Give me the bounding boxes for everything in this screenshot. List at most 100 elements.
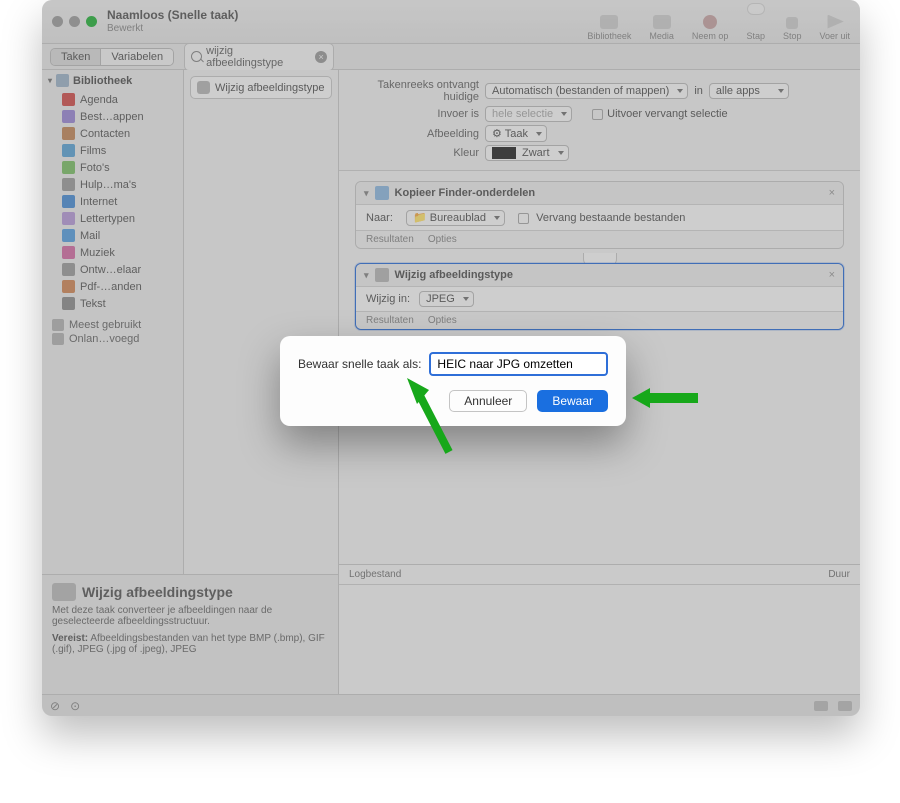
sidebar-item-label: Tekst xyxy=(80,298,106,310)
sidebar-item[interactable]: Agenda xyxy=(58,91,183,108)
close-step-icon[interactable]: × xyxy=(829,269,835,281)
category-icon xyxy=(62,161,75,174)
sidebar-item[interactable]: Foto's xyxy=(58,159,183,176)
category-icon xyxy=(62,93,75,106)
sidebar-item-label: Best…appen xyxy=(80,111,144,123)
sidebar-item[interactable]: Mail xyxy=(58,227,183,244)
search-input[interactable]: wijzig afbeeldingstype × xyxy=(184,43,334,71)
input-popup[interactable]: hele selectie xyxy=(485,106,572,122)
sidebar-item[interactable]: Muziek xyxy=(58,244,183,261)
step-results-tab[interactable]: Resultaten xyxy=(366,315,414,326)
close-step-icon[interactable]: × xyxy=(829,187,835,199)
view-segment[interactable]: Taken Variabelen xyxy=(50,48,174,66)
toolbar-stop-button[interactable]: Stop xyxy=(783,17,802,41)
status-icon: ⊙ xyxy=(70,699,80,713)
apps-popup[interactable]: alle apps xyxy=(709,83,789,99)
log-panel: Logbestand Duur xyxy=(339,564,860,694)
titlebar: Naamloos (Snelle taak) Bewerkt Bibliothe… xyxy=(42,0,860,44)
help-panel: Wijzig afbeeldingstype Met deze taak con… xyxy=(42,574,339,694)
preview-icon xyxy=(375,268,389,282)
toolbar-record-button[interactable]: Neem op xyxy=(692,15,729,41)
image-popup[interactable]: ⚙ Taak xyxy=(485,125,547,142)
save-name-input[interactable] xyxy=(429,352,608,376)
finder-icon xyxy=(375,186,389,200)
tab-taken[interactable]: Taken xyxy=(51,49,101,65)
sidebar-item[interactable]: Hulp…ma's xyxy=(58,176,183,193)
toolbar-label: Voer uit xyxy=(819,31,850,41)
log-header-logfile: Logbestand xyxy=(349,569,828,580)
save-button[interactable]: Bewaar xyxy=(537,390,608,412)
toolbar-run-button[interactable]: Voer uit xyxy=(819,15,850,41)
category-icon xyxy=(62,246,75,259)
category-icon xyxy=(62,127,75,140)
minimize-icon[interactable] xyxy=(69,16,80,27)
step-options-tab[interactable]: Opties xyxy=(428,234,457,245)
close-icon[interactable] xyxy=(52,16,63,27)
sidebar-item[interactable]: Tekst xyxy=(58,295,183,312)
color-swatch xyxy=(492,147,516,159)
save-prompt-label: Bewaar snelle taak als: xyxy=(298,357,421,371)
sidebar-item-label: Onlan…voegd xyxy=(69,333,139,345)
color-popup[interactable]: Zwart xyxy=(485,145,569,161)
category-icon xyxy=(62,263,75,276)
help-requires-label: Vereist: xyxy=(52,633,88,644)
workflow-properties: Takenreeks ontvangt huidige Automatisch … xyxy=(339,70,860,171)
cancel-button[interactable]: Annuleer xyxy=(449,390,527,412)
format-popup[interactable]: JPEG xyxy=(419,291,474,307)
sidebar-item-label: Ontw…elaar xyxy=(80,264,141,276)
search-text: wijzig afbeeldingstype xyxy=(206,45,311,69)
toolbar-label: Stop xyxy=(783,31,802,41)
folder-icon xyxy=(52,319,64,331)
help-title: Wijzig afbeeldingstype xyxy=(82,584,233,600)
sidebar-item[interactable]: Ontw…elaar xyxy=(58,261,183,278)
window-controls xyxy=(52,16,97,27)
action-label: Wijzig afbeeldingstype xyxy=(215,82,324,94)
status-icon: ⊘ xyxy=(50,699,60,713)
workflow-step-copy-finder[interactable]: ▾ Kopieer Finder-onderdelen × Naar: 📁 Bu… xyxy=(355,181,844,249)
view-icon[interactable] xyxy=(814,701,828,711)
toolbar-label: Bibliotheek xyxy=(587,31,631,41)
receives-popup[interactable]: Automatisch (bestanden of mappen) xyxy=(485,83,688,99)
window-subtitle: Bewerkt xyxy=(107,23,238,34)
output-replaces-label: Uitvoer vervangt selectie xyxy=(607,108,727,120)
sidebar-item[interactable]: Lettertypen xyxy=(58,210,183,227)
action-item[interactable]: Wijzig afbeeldingstype xyxy=(190,76,332,99)
tab-variabelen[interactable]: Variabelen xyxy=(101,49,173,65)
sidebar-item[interactable]: Best…appen xyxy=(58,108,183,125)
sidebar-item[interactable]: Films xyxy=(58,142,183,159)
sidebar-item-recent[interactable]: Meest gebruikt xyxy=(52,318,173,332)
sidebar-item[interactable]: Internet xyxy=(58,193,183,210)
prop-label: Kleur xyxy=(349,147,479,159)
window-title: Naamloos (Snelle taak) xyxy=(107,9,238,22)
workflow-step-change-image-type[interactable]: ▾ Wijzig afbeeldingstype × Wijzig in: JP… xyxy=(355,263,844,330)
view-icon[interactable] xyxy=(838,701,852,711)
tabbar: Taken Variabelen wijzig afbeeldingstype … xyxy=(42,44,860,70)
toolbar-library-button[interactable]: Bibliotheek xyxy=(587,15,631,41)
sidebar-item-added[interactable]: Onlan…voegd xyxy=(52,332,173,346)
category-icon xyxy=(62,110,75,123)
sidebar-item-label: Films xyxy=(80,145,106,157)
step-results-tab[interactable]: Resultaten xyxy=(366,234,414,245)
category-icon xyxy=(62,178,75,191)
step-options-tab[interactable]: Opties xyxy=(428,315,457,326)
prop-in-label: in xyxy=(694,85,703,97)
step-title: Kopieer Finder-onderdelen xyxy=(395,187,536,199)
sidebar-item-label: Muziek xyxy=(80,247,115,259)
destination-popup[interactable]: 📁 Bureaublad xyxy=(406,210,505,226)
library-icon xyxy=(56,74,69,87)
zoom-icon[interactable] xyxy=(86,16,97,27)
replace-checkbox[interactable] xyxy=(518,213,529,224)
clear-search-icon[interactable]: × xyxy=(315,51,327,63)
library-title: Bibliotheek xyxy=(73,75,132,87)
sidebar-item[interactable]: Pdf-…anden xyxy=(58,278,183,295)
library-header[interactable]: ▾ Bibliotheek xyxy=(42,70,183,91)
toolbar-step-button[interactable]: Stap xyxy=(746,3,765,41)
disclosure-icon: ▾ xyxy=(364,270,369,281)
disclosure-icon: ▾ xyxy=(48,76,52,85)
folder-icon xyxy=(52,333,64,345)
sidebar-item-label: Meest gebruikt xyxy=(69,319,141,331)
output-replaces-checkbox[interactable] xyxy=(592,109,603,120)
disclosure-icon: ▾ xyxy=(364,188,369,199)
sidebar-item[interactable]: Contacten xyxy=(58,125,183,142)
toolbar-media-button[interactable]: Media xyxy=(649,15,674,41)
